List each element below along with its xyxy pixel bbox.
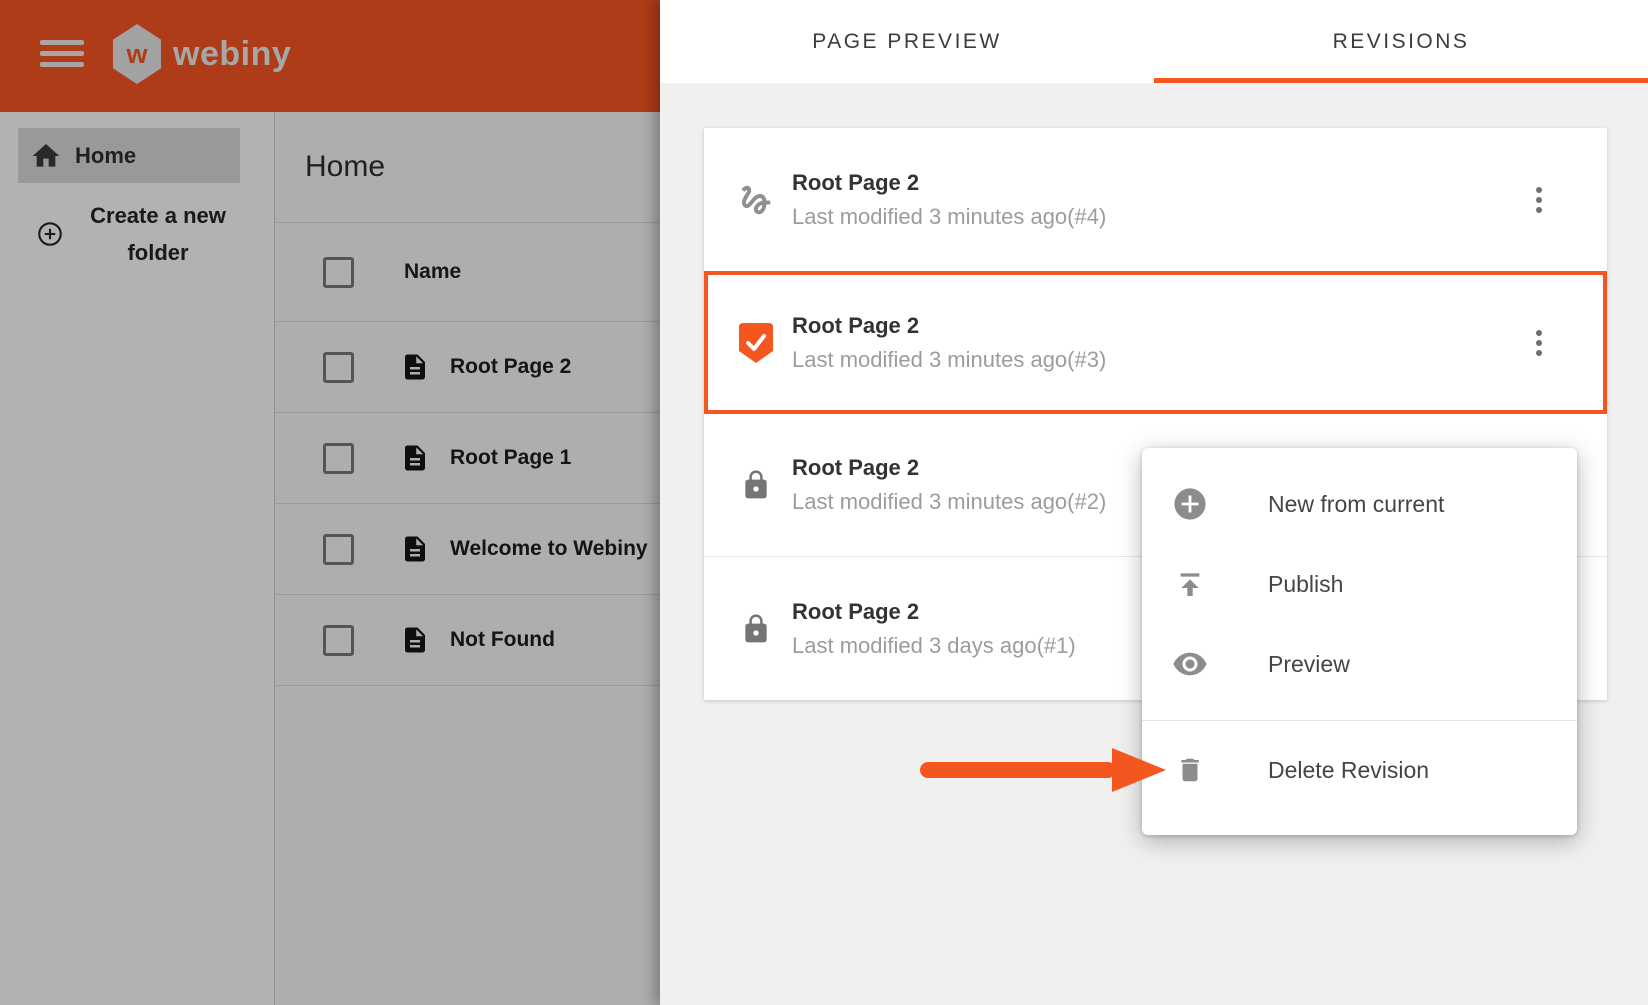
revision-title: Root Page 2 (792, 313, 1106, 339)
tab-page-preview[interactable]: PAGE PREVIEW (660, 0, 1154, 83)
revision-meta: Last modified 3 days ago(#1) (792, 633, 1076, 659)
revision-kebab-menu-icon[interactable] (1527, 330, 1551, 356)
modal-dim-overlay (0, 0, 660, 1005)
revision-meta: Last modified 3 minutes ago(#3) (792, 347, 1106, 373)
main-app-background: w webiny Home Create a new folder Home (0, 0, 660, 1005)
eye-icon (1170, 646, 1210, 682)
revision-meta: Last modified 3 minutes ago(#2) (792, 489, 1106, 515)
trash-icon (1170, 754, 1210, 786)
drawer-tab-bar: PAGE PREVIEW REVISIONS (660, 0, 1648, 83)
annotation-arrow (920, 762, 1116, 778)
revision-row[interactable]: Root Page 2 Last modified 3 minutes ago(… (704, 128, 1607, 271)
menu-item-new-from-current[interactable]: New from current (1142, 464, 1577, 544)
revision-context-menu: New from current Publish Preview Delete (1142, 448, 1577, 835)
tab-revisions[interactable]: REVISIONS (1154, 0, 1648, 83)
locked-icon (734, 467, 778, 503)
revision-title: Root Page 2 (792, 170, 1106, 196)
menu-item-delete-revision[interactable]: Delete Revision (1142, 721, 1577, 819)
revision-title: Root Page 2 (792, 455, 1106, 481)
revision-row-selected[interactable]: Root Page 2 Last modified 3 minutes ago(… (704, 271, 1607, 414)
draft-squiggle-icon (734, 181, 778, 219)
add-circle-icon (1170, 487, 1210, 521)
publish-arrow-icon (1170, 568, 1210, 600)
webiny-page-builder-screen: w webiny Home Create a new folder Home (0, 0, 1648, 1005)
locked-icon (734, 611, 778, 647)
revisions-drawer: PAGE PREVIEW REVISIONS Root Page 2 Last … (660, 0, 1648, 1005)
revision-meta: Last modified 3 minutes ago(#4) (792, 204, 1106, 230)
annotation-arrow-head-icon (1112, 748, 1166, 792)
revision-title: Root Page 2 (792, 599, 1076, 625)
revision-kebab-menu-icon[interactable] (1527, 187, 1551, 213)
menu-item-preview[interactable]: Preview (1142, 624, 1577, 704)
menu-item-publish[interactable]: Publish (1142, 544, 1577, 624)
published-shield-check-icon (734, 323, 778, 363)
